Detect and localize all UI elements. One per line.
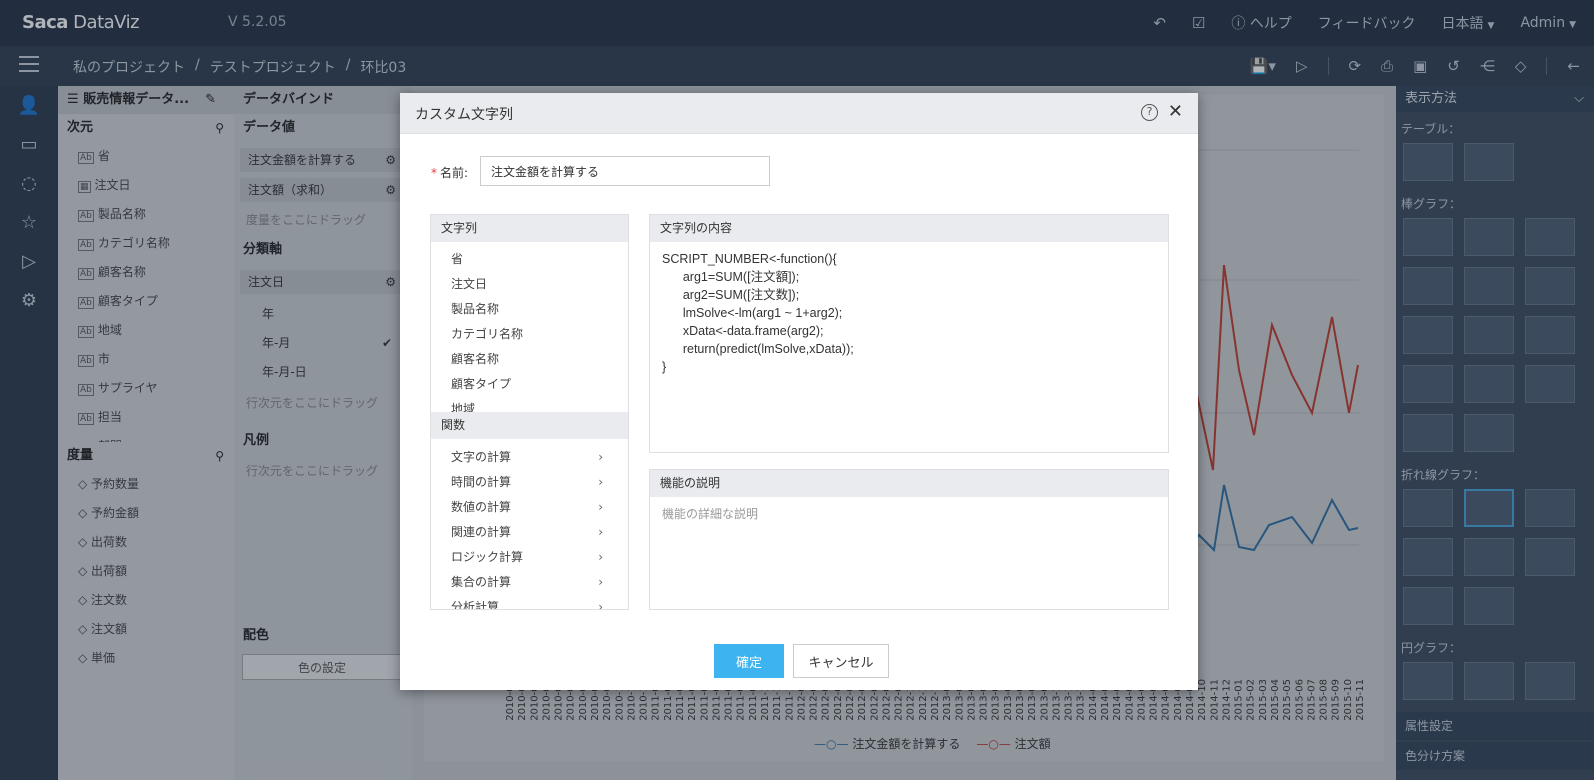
list-item[interactable]: 顧客名称 [431, 347, 628, 372]
question-icon[interactable]: ? [1141, 104, 1158, 121]
dialog-title: カスタム文字列 [415, 107, 513, 123]
chevron-right-icon: › [598, 475, 603, 489]
function-category[interactable]: 数値の計算 › [431, 495, 628, 520]
chevron-right-icon: › [598, 525, 603, 539]
close-icon[interactable]: ✕ [1168, 101, 1183, 122]
function-category[interactable]: 時間の計算 › [431, 470, 628, 495]
list-item[interactable]: 省 [431, 247, 628, 272]
required-mark: * [431, 166, 437, 180]
list-item[interactable]: 地域 [431, 397, 628, 412]
function-category[interactable]: 集合の計算 › [431, 570, 628, 595]
dialog-header: カスタム文字列 ? ✕ [400, 93, 1198, 134]
list-item[interactable]: カテゴリ名称 [431, 322, 628, 347]
confirm-button[interactable]: 確定 [714, 644, 784, 678]
chevron-right-icon: › [598, 575, 603, 589]
functions-header: 関数 [431, 412, 628, 439]
list-item[interactable]: 製品名称 [431, 297, 628, 322]
chevron-right-icon: › [598, 550, 603, 564]
list-item[interactable]: 注文日 [431, 272, 628, 297]
strings-list: 省 注文日 製品名称 カテゴリ名称 顧客名称 顧客タイプ 地域 [431, 242, 628, 412]
description-header: 機能の説明 [650, 470, 1168, 497]
cancel-button[interactable]: キャンセル [793, 644, 889, 678]
content-header: 文字列の内容 [650, 215, 1168, 242]
field-function-list: 文字列 省 注文日 製品名称 カテゴリ名称 顧客名称 顧客タイプ 地域 関数 文… [430, 214, 629, 610]
custom-string-dialog: カスタム文字列 ? ✕ *名前: 文字列 省 注文日 製品名称 カテゴリ名称 顧… [400, 93, 1198, 690]
strings-header: 文字列 [431, 215, 628, 242]
chevron-right-icon: › [598, 600, 603, 610]
function-category[interactable]: ロジック計算 › [431, 545, 628, 570]
function-category[interactable]: 文字の計算 › [431, 445, 628, 470]
content-box: 文字列の内容 SCRIPT_NUMBER<-function(){ arg1=S… [649, 214, 1169, 453]
name-label: * 名前: [431, 166, 469, 180]
code-editor[interactable]: SCRIPT_NUMBER<-function(){ arg1=SUM([注文額… [650, 242, 1168, 384]
name-input[interactable] [480, 156, 770, 186]
chevron-right-icon: › [598, 450, 603, 464]
chevron-right-icon: › [598, 500, 603, 514]
function-category[interactable]: 関連の計算 › [431, 520, 628, 545]
description-text: 機能の詳細な説明 [662, 507, 759, 521]
list-item[interactable]: 顧客タイプ [431, 372, 628, 397]
functions-list: 文字の計算 › 時間の計算 › 数値の計算 › 関連の計算 › ロジック計算 › 集合の計… [431, 439, 628, 610]
function-category[interactable]: 分析計算 › [431, 595, 628, 610]
description-box: 機能の説明 機能の詳細な説明 [649, 469, 1169, 610]
